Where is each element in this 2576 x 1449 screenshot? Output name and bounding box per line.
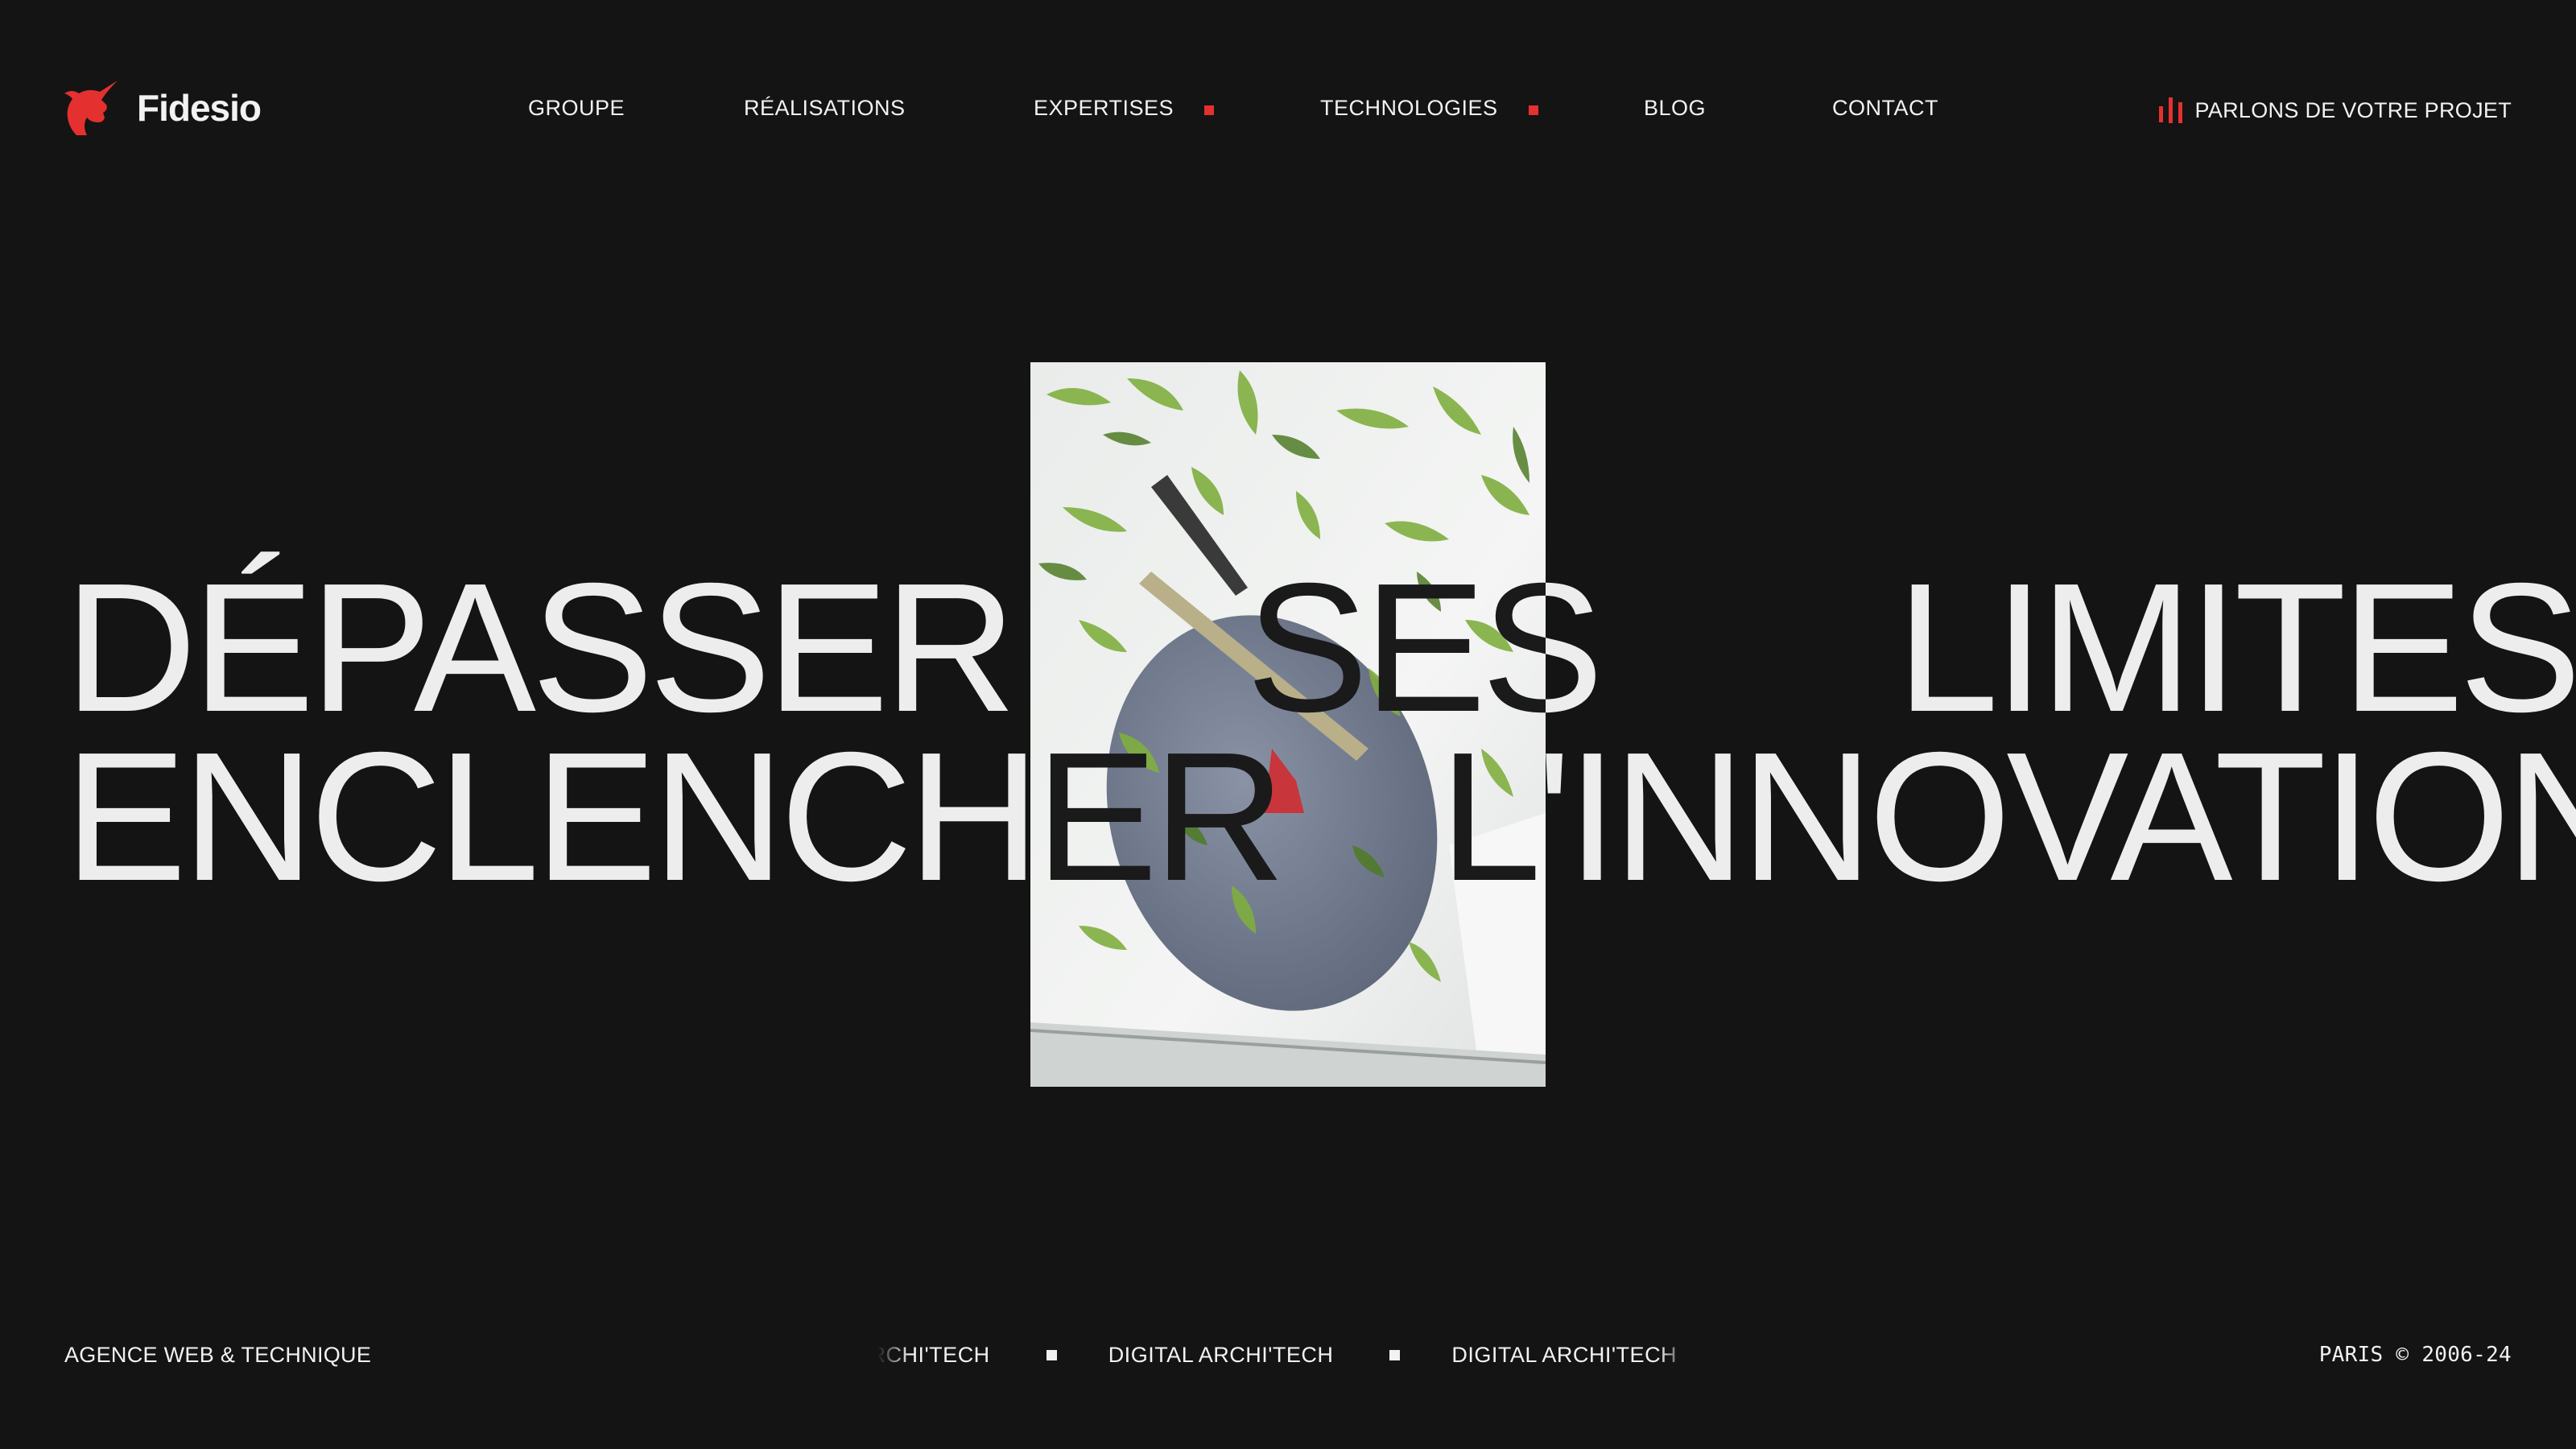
- hero-word-limites: LIMITES: [1897, 546, 2576, 750]
- square-separator-icon: [1389, 1349, 1401, 1360]
- square-separator-icon: [1046, 1349, 1057, 1360]
- cta-project-button[interactable]: PARLONS DE VOTRE PROJET: [2158, 93, 2512, 127]
- nav-item-contact[interactable]: CONTACT: [1832, 90, 1938, 126]
- hero-word-innovation: L'INNOVATION: [1439, 715, 2576, 919]
- sound-bars-icon: [2158, 97, 2182, 124]
- marquee-item: DIGITAL ARCHI'TECH: [1451, 1340, 1690, 1369]
- nav-item-blog[interactable]: BLOG: [1644, 90, 1706, 126]
- nav-item-technologies[interactable]: TECHNOLOGIES: [1320, 90, 1538, 126]
- marquee-item: DIGITAL ARCHI'TECH: [877, 1340, 1108, 1369]
- agency-tagline: AGENCE WEB & TECHNIQUE: [64, 1343, 372, 1367]
- dropdown-square-icon: [1528, 105, 1538, 115]
- nav-item-realisations[interactable]: RÉALISATIONS: [744, 90, 906, 126]
- marquee-text: DIGITAL ARCHI'TECH: [877, 1343, 990, 1367]
- marquee-item: DIGITAL ARCHI'TECH: [1108, 1340, 1452, 1369]
- nav-label: BLOG: [1644, 95, 1707, 120]
- marquee-text: DIGITAL ARCHI'TECH: [1451, 1343, 1678, 1367]
- dropdown-square-icon: [1204, 105, 1215, 115]
- nav-label: EXPERTISES: [1034, 95, 1174, 120]
- nav-label: CONTACT: [1832, 95, 1938, 120]
- cta-label: PARLONS DE VOTRE PROJET: [2194, 97, 2512, 122]
- location-copyright: PARIS © 2006-24: [2318, 1343, 2512, 1367]
- homepage: Fidesio GROUPE RÉALISATIONS EXPERTISES T…: [0, 0, 2576, 1449]
- hero-word-depasser: DÉPASSER: [64, 546, 1017, 750]
- nav-item-expertises[interactable]: EXPERTISES: [1034, 90, 1215, 126]
- office-sign-photo: [1030, 362, 1546, 1087]
- nav-label: GROUPE: [528, 95, 625, 120]
- nav-label: RÉALISATIONS: [744, 95, 906, 120]
- marquee-ticker: DIGITAL ARCHI'TECH DIGITAL ARCHI'TECH DI…: [877, 1340, 1690, 1369]
- nav-label: TECHNOLOGIES: [1320, 95, 1498, 120]
- marquee-track: DIGITAL ARCHI'TECH DIGITAL ARCHI'TECH DI…: [877, 1340, 1690, 1369]
- hero-photo: [1030, 362, 1546, 1087]
- nav-item-groupe[interactable]: GROUPE: [528, 90, 625, 126]
- marquee-text: DIGITAL ARCHI'TECH: [1108, 1343, 1334, 1367]
